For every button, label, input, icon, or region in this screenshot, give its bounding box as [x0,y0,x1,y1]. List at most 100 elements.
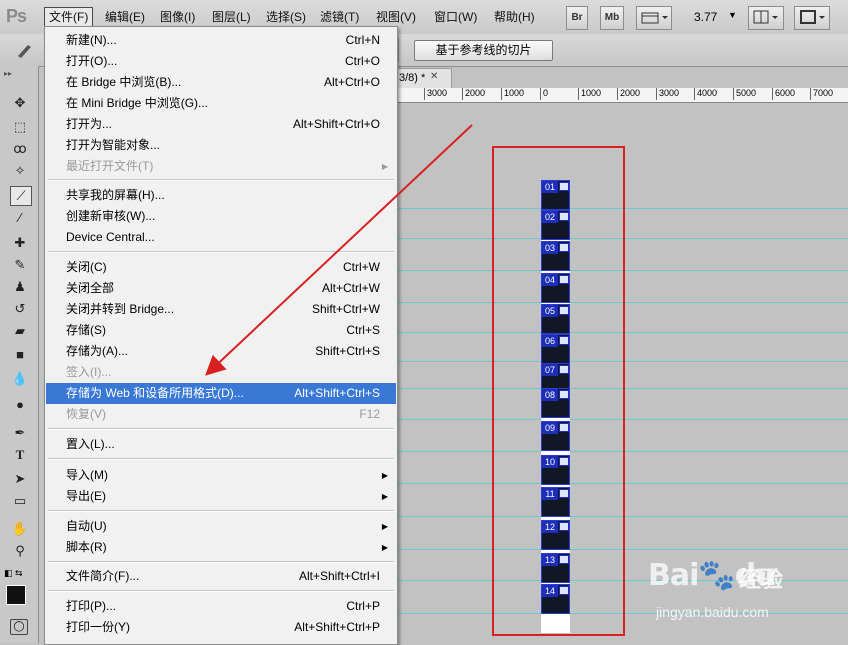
menu-item-label: 文件简介(F)... [66,569,140,583]
menu-item-label: 最近打开文件(T) [66,159,154,173]
menu-item-automate[interactable]: 自动(U) ▶ [46,516,396,537]
gradient-tool-icon[interactable]: ■ [10,346,30,364]
menu-file[interactable]: 文件(F) [44,7,94,27]
slice-tool-preset-icon[interactable] [14,41,36,59]
menu-item-print-one-copy[interactable]: 打印一份(Y) Alt+Shift+Ctrl+P [46,617,396,638]
menu-item-label: 存储为 Web 和设备所用格式(D)... [66,386,244,400]
ruler-label: 2000 [617,88,640,100]
ruler-label: 2000 [462,88,485,100]
menu-item-shortcut: Shift+Ctrl+W [311,302,380,316]
ruler-label: 0 [540,88,548,100]
menu-item-save-for-web[interactable]: 存储为 Web 和设备所用格式(D)... Alt+Shift+Ctrl+S [46,383,396,404]
menu-item-label: 创建新审核(W)... [66,209,156,223]
screen-mode-button[interactable] [794,6,830,30]
menu-item-scripts[interactable]: 脚本(R) ▶ [46,537,396,558]
menu-item-shortcut: Ctrl+W [343,260,380,274]
submenu-arrow-icon: ▶ [381,522,388,531]
menu-item-create-review[interactable]: 创建新审核(W)... [46,206,396,227]
menu-item-open-smart-object[interactable]: 打开为智能对象... [46,135,396,156]
dodge-tool-icon[interactable]: ● [10,396,30,414]
menu-item-open[interactable]: 打开(O)... Ctrl+O [46,51,396,72]
menu-item-recent-files[interactable]: 最近打开文件(T) ▶ [46,156,396,177]
bridge-button[interactable]: Br [566,6,588,30]
menu-item-shortcut: Ctrl+O [344,54,380,68]
path-selection-tool-icon[interactable]: ➤ [10,470,30,488]
menu-item-revert[interactable]: 恢复(V) F12 [46,404,396,425]
ruler-label: 1000 [501,88,524,100]
menu-image[interactable]: 图像(I) [156,8,199,26]
type-tool-icon[interactable]: T [10,446,30,464]
quick-selection-tool-icon[interactable]: ✧ [10,162,30,180]
healing-brush-tool-icon[interactable]: ✚ [10,234,30,252]
menu-item-label: 关闭全部 [66,281,115,295]
watermark-text: 经验 [739,567,784,592]
blur-tool-icon[interactable]: 💧 [10,370,30,388]
menu-window[interactable]: 窗口(W) [430,8,481,26]
pen-tool-icon[interactable]: ✒ [10,424,30,442]
document-tab[interactable]: 3/8) * [396,68,452,88]
menu-item-share-screen[interactable]: 共享我的屏幕(H)... [46,185,396,206]
zoom-dropdown-icon[interactable]: ▼ [728,10,737,20]
eraser-tool-icon[interactable]: ▰ [10,322,30,340]
menu-help[interactable]: 帮助(H) [490,8,539,26]
watermark-url: jingyan.baidu.com [656,604,769,620]
arrange-documents-button[interactable] [748,6,784,30]
menu-item-label: 打印(P)... [66,599,116,613]
history-brush-tool-icon[interactable]: ↺ [10,300,30,318]
menu-item-label: 关闭并转到 Bridge... [66,302,175,316]
menu-edit[interactable]: 编辑(E) [101,8,149,26]
menu-item-file-info[interactable]: 文件简介(F)... Alt+Shift+Ctrl+I [46,566,396,587]
menu-separator [48,510,394,512]
menu-item-device-central[interactable]: Device Central... [46,227,396,248]
menu-item-save[interactable]: 存储(S) Ctrl+S [46,320,396,341]
menu-item-new[interactable]: 新建(N)... Ctrl+N [46,30,396,51]
menu-select[interactable]: 选择(S) [262,8,310,26]
hand-tool-icon[interactable]: ✋ [10,520,30,538]
zoom-level[interactable]: 3.77 [694,10,717,24]
view-extras-icon [641,12,668,24]
menu-item-shortcut: Shift+Ctrl+S [315,344,380,358]
brush-tool-icon[interactable]: ✎ [10,256,30,274]
menu-item-export[interactable]: 导出(E) ▶ [46,486,396,507]
move-tool-icon[interactable]: ✥ [10,94,30,112]
menu-item-print[interactable]: 打印(P)... Ctrl+P [46,596,396,617]
marquee-tool-icon[interactable]: ⬚ [10,118,30,136]
shape-tool-icon[interactable]: ▭ [10,492,30,510]
menu-item-shortcut: Alt+Shift+Ctrl+S [294,386,380,400]
view-extras-button[interactable] [636,6,672,30]
menu-separator [48,458,394,460]
menu-item-shortcut: Alt+Shift+Ctrl+P [294,620,380,634]
submenu-arrow-icon: ▶ [381,543,388,552]
arrange-icon [753,10,778,24]
foreground-color-swatch[interactable] [6,585,26,605]
menu-item-import[interactable]: 导入(M) ▶ [46,465,396,486]
ruler-label: 7000 [810,88,833,100]
menu-item-save-as[interactable]: 存储为(A)... Shift+Ctrl+S [46,341,396,362]
eyedropper-tool-icon[interactable]: ⁄ [10,209,30,227]
menu-item-label: 存储(S) [66,323,106,337]
slice-tool-icon[interactable]: ⟋ [10,186,32,206]
clone-stamp-tool-icon[interactable]: ♟ [10,278,30,296]
slices-from-guides-button[interactable]: 基于参考线的切片 [414,40,553,61]
menu-item-browse-bridge[interactable]: 在 Bridge 中浏览(B)... Alt+Ctrl+O [46,72,396,93]
close-tab-icon[interactable]: ✕ [430,71,438,82]
menu-filter[interactable]: 滤镜(T) [316,8,363,26]
menu-layer[interactable]: 图层(L) [208,8,255,26]
menu-view[interactable]: 视图(V) [372,8,420,26]
menu-item-close[interactable]: 关闭(C) Ctrl+W [46,257,396,278]
menu-item-check-in[interactable]: 签入(I)... [46,362,396,383]
menu-item-place[interactable]: 置入(L)... [46,434,396,455]
panel-collapse-icon[interactable]: ▸▸ [4,69,12,78]
mini-bridge-button[interactable]: Mb [600,6,624,30]
zoom-tool-icon[interactable]: ⚲ [10,542,30,560]
menu-item-close-go-bridge[interactable]: 关闭并转到 Bridge... Shift+Ctrl+W [46,299,396,320]
menu-item-open-as[interactable]: 打开为... Alt+Shift+Ctrl+O [46,114,396,135]
default-colors-icon[interactable]: ◧ ⇆ [4,568,23,579]
lasso-tool-icon[interactable]: ꝏ [10,140,30,158]
menu-item-close-all[interactable]: 关闭全部 Alt+Ctrl+W [46,278,396,299]
ruler-label: 5000 [733,88,756,100]
quick-mask-icon[interactable]: ◯ [10,619,28,635]
menu-item-browse-mini-bridge[interactable]: 在 Mini Bridge 中浏览(G)... [46,93,396,114]
options-divider [398,38,399,62]
file-menu-dropdown: 新建(N)... Ctrl+N 打开(O)... Ctrl+O 在 Bridge 中… [44,26,398,645]
